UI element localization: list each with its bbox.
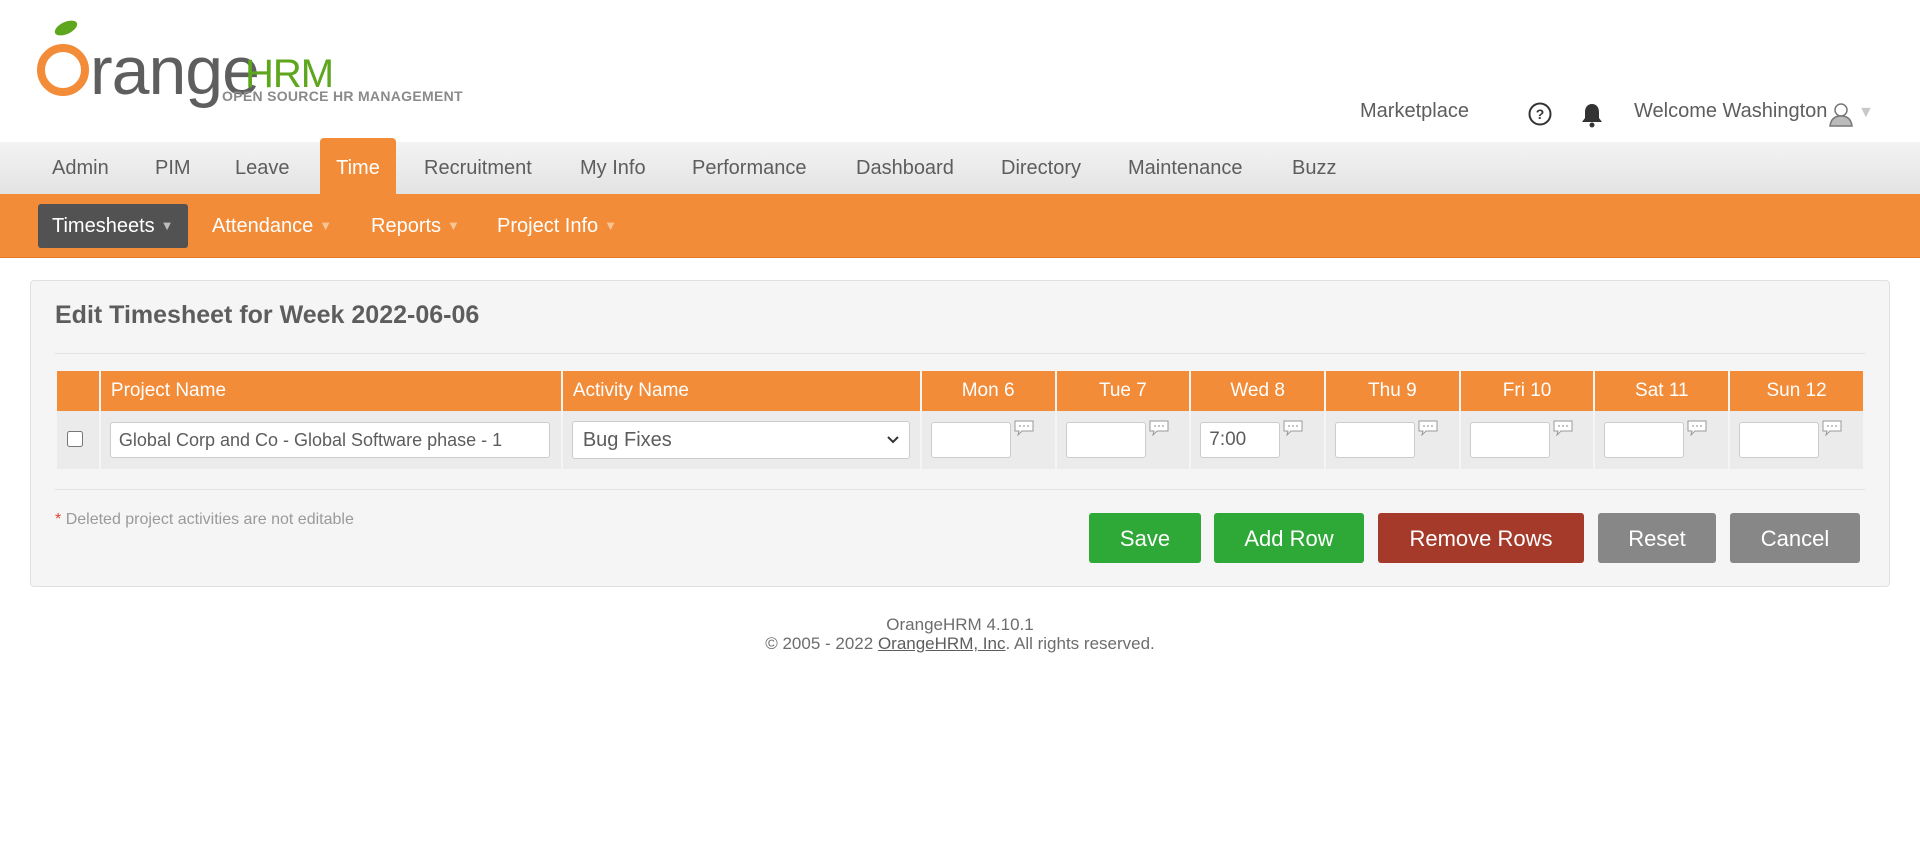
day-header-mon: Mon 6 [921,371,1055,411]
nav-admin[interactable]: Admin [52,142,109,194]
nav-pim[interactable]: PIM [155,142,191,194]
user-avatar-icon[interactable] [1828,101,1854,127]
nav-buzz[interactable]: Buzz [1292,142,1336,194]
remove-rows-button[interactable]: Remove Rows [1378,513,1584,563]
cancel-button[interactable]: Cancel [1730,513,1860,563]
divider [55,353,1865,354]
hours-input-mon[interactable] [930,422,1011,458]
subnav-timesheets-label: Timesheets [52,215,155,237]
hours-input-tue[interactable] [1065,422,1146,458]
comment-icon[interactable] [1014,420,1034,436]
nav-dashboard[interactable]: Dashboard [856,142,954,194]
divider [55,489,1865,490]
welcome-user-menu[interactable]: Welcome Washington [1634,100,1827,123]
save-button[interactable]: Save [1089,513,1201,563]
chevron-down-icon [887,436,899,444]
subnav-attendance-label: Attendance [212,215,314,237]
nav-leave[interactable]: Leave [235,142,290,194]
day-header-sun: Sun 12 [1730,371,1863,411]
subnav-project-info-label: Project Info [497,215,599,237]
timesheet-table: Project Name Activity Name Mon 6 Tue 7 W… [55,371,1865,469]
subnav-attendance[interactable]: Attendance ▼ [198,204,346,248]
subnav-reports-label: Reports [371,215,442,237]
comment-icon[interactable] [1553,420,1573,436]
footer-version: OrangeHRM 4.10.1 [886,615,1034,634]
orangehrm-company-link[interactable]: OrangeHRM, Inc [878,634,1006,653]
nav-performance[interactable]: Performance [692,142,807,194]
hours-input-sun[interactable] [1739,422,1820,458]
table-header-row: Project Name Activity Name Mon 6 Tue 7 W… [57,371,1863,411]
user-menu-chevron-icon[interactable]: ▼ [1858,104,1874,122]
comment-icon[interactable] [1822,420,1842,436]
copyright-prefix: © 2005 - 2022 [765,634,878,653]
table-row: Bug Fixes [57,411,1863,469]
hours-input-fri[interactable] [1469,422,1550,458]
deleted-activities-note: * Deleted project activities are not edi… [55,511,354,529]
required-star: * [55,511,62,528]
row-select-checkbox[interactable] [67,431,83,447]
activity-name-select[interactable]: Bug Fixes [571,421,910,459]
comment-icon[interactable] [1418,420,1438,436]
help-icon[interactable]: ? [1528,102,1552,126]
page-title: Edit Timesheet for Week 2022-06-06 [55,301,480,329]
day-header-tue: Tue 7 [1056,371,1190,411]
note-text: Deleted project activities are not edita… [65,511,354,528]
nav-maintenance[interactable]: Maintenance [1128,142,1243,194]
day-header-wed: Wed 8 [1191,371,1324,411]
hours-input-sat[interactable] [1604,422,1685,458]
copyright-suffix: . All rights reserved. [1005,634,1155,653]
hours-input-wed[interactable] [1200,422,1281,458]
main-nav: Admin PIM Leave Time Recruitment My Info… [0,138,1920,194]
bell-icon[interactable] [1580,102,1604,128]
reset-button[interactable]: Reset [1598,513,1716,563]
day-header-fri: Fri 10 [1460,371,1594,411]
day-header-sat: Sat 11 [1595,371,1729,411]
orangehrm-logo: range HRM OPEN SOURCE HR MANAGEMENT [36,18,466,109]
chevron-down-icon: ▼ [160,218,174,233]
footer-copyright: © 2005 - 2022 OrangeHRM, Inc. All rights… [0,634,1920,654]
hours-input-thu[interactable] [1334,422,1415,458]
chevron-down-icon: ▼ [319,218,333,233]
nav-my-info[interactable]: My Info [580,142,646,194]
comment-icon[interactable] [1283,420,1303,436]
activity-name-header: Activity Name [562,371,920,411]
project-name-header: Project Name [100,371,561,411]
add-row-button[interactable]: Add Row [1214,513,1364,563]
nav-directory[interactable]: Directory [1001,142,1081,194]
svg-text:?: ? [1536,106,1545,122]
day-header-thu: Thu 9 [1325,371,1459,411]
chevron-down-icon: ▼ [447,218,460,233]
comment-icon[interactable] [1149,420,1169,436]
chevron-down-icon: ▼ [604,218,618,233]
subnav-reports[interactable]: Reports ▼ [357,204,474,248]
project-name-input[interactable] [109,422,550,458]
orange-fruit-icon [37,20,89,96]
logo-tagline: OPEN SOURCE HR MANAGEMENT [222,88,463,104]
nav-recruitment[interactable]: Recruitment [424,142,532,194]
activity-selected-value: Bug Fixes [582,429,672,451]
subnav-project-info[interactable]: Project Info ▼ [483,204,631,248]
comment-icon[interactable] [1687,420,1707,436]
marketplace-link[interactable]: Marketplace [1360,100,1469,123]
select-column-header [57,371,99,411]
nav-time[interactable]: Time [320,138,396,194]
sub-nav: Timesheets ▼ Attendance ▼ Reports ▼ Project… [0,194,1920,258]
edit-timesheet-panel: Edit Timesheet for Week 2022-06-06 Proje… [30,280,1890,587]
subnav-timesheets[interactable]: Timesheets ▼ [38,204,188,248]
